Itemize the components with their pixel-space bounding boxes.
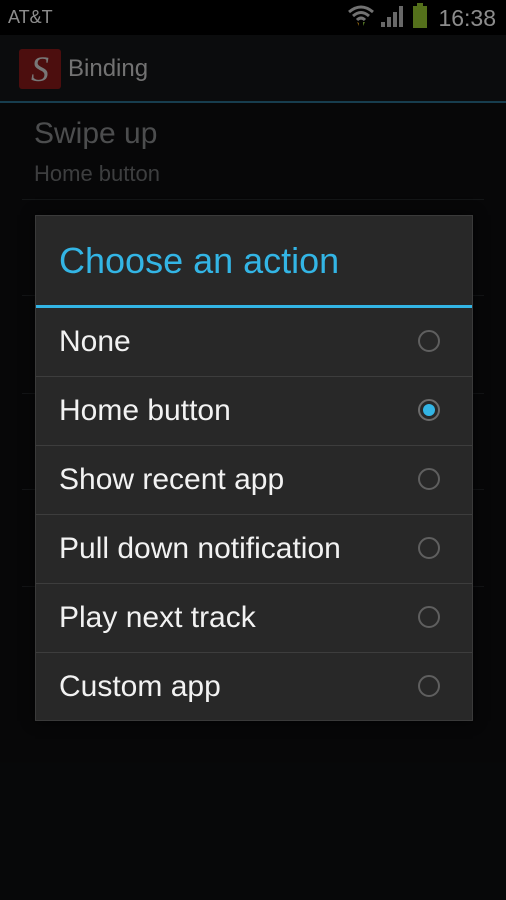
- radio-unchecked-icon[interactable]: [418, 606, 440, 628]
- action-option[interactable]: Show recent app: [36, 446, 472, 515]
- choose-action-dialog: Choose an action None Home button Show rec…: [35, 215, 473, 721]
- action-option[interactable]: Pull down notification: [36, 515, 472, 584]
- radio-unchecked-icon[interactable]: [418, 537, 440, 559]
- action-option[interactable]: None: [36, 308, 472, 377]
- action-option[interactable]: Home button: [36, 377, 472, 446]
- action-option-label: Play next track: [59, 601, 256, 634]
- action-option-label: Show recent app: [59, 463, 285, 496]
- radio-unchecked-icon[interactable]: [418, 675, 440, 697]
- radio-unchecked-icon[interactable]: [418, 330, 440, 352]
- action-option[interactable]: Custom app: [36, 653, 472, 721]
- radio-unchecked-icon[interactable]: [418, 468, 440, 490]
- action-option-label: Pull down notification: [59, 532, 341, 565]
- radio-checked-icon[interactable]: [418, 399, 440, 421]
- action-option[interactable]: Play next track: [36, 584, 472, 653]
- action-option-label: Custom app: [59, 670, 221, 703]
- dialog-title: Choose an action: [59, 240, 340, 281]
- action-option-label: None: [59, 325, 131, 358]
- action-option-label: Home button: [59, 394, 231, 427]
